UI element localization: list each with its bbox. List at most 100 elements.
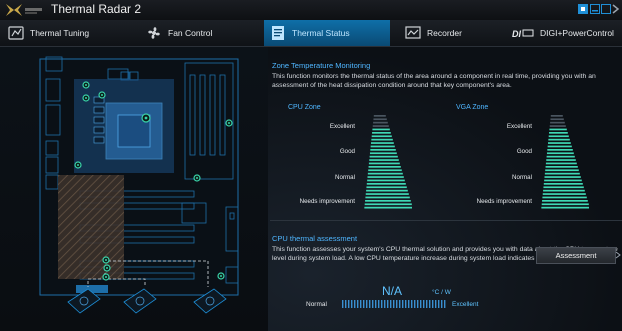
meter-segment [369, 159, 399, 161]
tab-label: Thermal Tuning [30, 28, 90, 38]
meter-segment [367, 172, 403, 175]
assessment-title: CPU thermal assessment [272, 234, 358, 243]
scale-tick [378, 300, 380, 308]
tab-thermal-status[interactable]: Thermal Status [264, 20, 390, 46]
cpu-level-excellent: Excellent [329, 123, 355, 130]
scale-tick [354, 300, 356, 308]
scale-tick [384, 300, 386, 308]
tab-label: DIGI+PowerControl [540, 28, 614, 38]
scale-tick [348, 300, 350, 308]
scale-tick [399, 300, 401, 308]
assessment-value: N/A [382, 284, 403, 298]
minimize-icon[interactable] [590, 4, 600, 14]
meter-segment [368, 166, 401, 168]
scale-tick [396, 300, 398, 308]
cpu-zone-meter [364, 115, 412, 209]
motherboard-diagram [0, 47, 268, 331]
meter-segment [549, 132, 568, 134]
tab-fan-control[interactable]: Fan Control [146, 20, 246, 46]
meter-segment [373, 115, 386, 117]
meter-segment [545, 166, 578, 168]
status-icon [272, 26, 284, 40]
app-title: Thermal Radar 2 [51, 2, 142, 16]
scale-tick [405, 300, 407, 308]
meter-segment [550, 115, 563, 117]
meter-segment [372, 132, 391, 134]
scale-tick [375, 300, 377, 308]
scale-tick [441, 300, 443, 308]
scale-high-label: Excellent [452, 301, 479, 308]
meter-segment [373, 118, 387, 121]
scale-tick [372, 300, 374, 308]
recorder-icon [405, 26, 421, 39]
scale-tick [414, 300, 416, 308]
meter-segment [371, 138, 393, 141]
vga-zone-meter [541, 115, 589, 209]
maximize-icon[interactable] [601, 4, 611, 14]
meter-segment [367, 179, 405, 182]
scale-tick [393, 300, 395, 308]
meter-segment [369, 152, 397, 155]
tab-thermal-tuning[interactable]: Thermal Tuning [8, 20, 118, 46]
scale-tick [402, 300, 404, 308]
meter-segment [541, 206, 589, 209]
meter-segment [549, 128, 567, 131]
zone-monitoring-description: This function monitors the thermal statu… [272, 73, 596, 89]
meter-segment [365, 193, 409, 195]
tab-recorder[interactable]: Recorder [405, 20, 495, 46]
meter-segment [546, 152, 574, 155]
tab-label: Recorder [427, 28, 462, 38]
vga-level-good: Good [516, 148, 532, 155]
meter-segment [544, 179, 582, 182]
meter-segment [543, 186, 584, 189]
meter-segment [545, 162, 577, 165]
meter-segment [548, 135, 569, 138]
tab-digi-power-control[interactable]: DI DIGI+PowerControl [512, 20, 620, 46]
scale-tick [429, 300, 431, 308]
assessment-button[interactable]: Assessment [536, 247, 616, 264]
meter-segment [547, 145, 572, 148]
meter-segment [370, 145, 395, 148]
scale-tick [381, 300, 383, 308]
meter-segment [367, 176, 404, 178]
chevron-right-icon[interactable] [612, 4, 620, 14]
chevron-right-icon[interactable] [615, 251, 621, 259]
meter-segment [373, 121, 388, 124]
vga-level-normal: Normal [512, 174, 532, 181]
scale-tick [438, 300, 440, 308]
meter-segment [541, 203, 589, 206]
meter-segment [545, 169, 579, 172]
scale-tick [444, 300, 446, 308]
meter-segment [546, 155, 575, 158]
assessment-unit: °C / W [432, 289, 451, 296]
meter-segment [550, 118, 564, 121]
cpu-level-needs-improvement: Needs improvement [299, 198, 355, 205]
meter-segment [547, 149, 573, 151]
title-bar: Thermal Radar 2 [0, 0, 622, 20]
cpu-level-normal: Normal [335, 174, 355, 181]
meter-segment [366, 186, 407, 189]
svg-text:DI: DI [512, 29, 521, 39]
meter-segment [546, 159, 576, 161]
meter-segment [366, 189, 408, 192]
scale-tick [366, 300, 368, 308]
tuning-icon [8, 26, 24, 40]
meter-segment [368, 162, 400, 165]
meter-segment [543, 183, 583, 185]
settings-icon[interactable] [578, 4, 588, 14]
meter-segment [372, 125, 389, 127]
tuf-logo [6, 4, 42, 16]
meter-segment [368, 169, 402, 172]
scale-tick [360, 300, 362, 308]
meter-segment [364, 203, 412, 206]
meter-segment [366, 183, 406, 185]
main-content: Zone Temperature Monitoring This functio… [0, 47, 622, 331]
tab-bar: Thermal Tuning Fan Control Thermal Statu… [0, 20, 622, 47]
scale-low-label: Normal [306, 301, 327, 308]
scale-tick [426, 300, 428, 308]
scale-tick [345, 300, 347, 308]
meter-segment [365, 200, 411, 202]
vga-level-needs-improvement: Needs improvement [476, 198, 532, 205]
meter-segment [371, 135, 392, 138]
meter-segment [364, 206, 412, 209]
